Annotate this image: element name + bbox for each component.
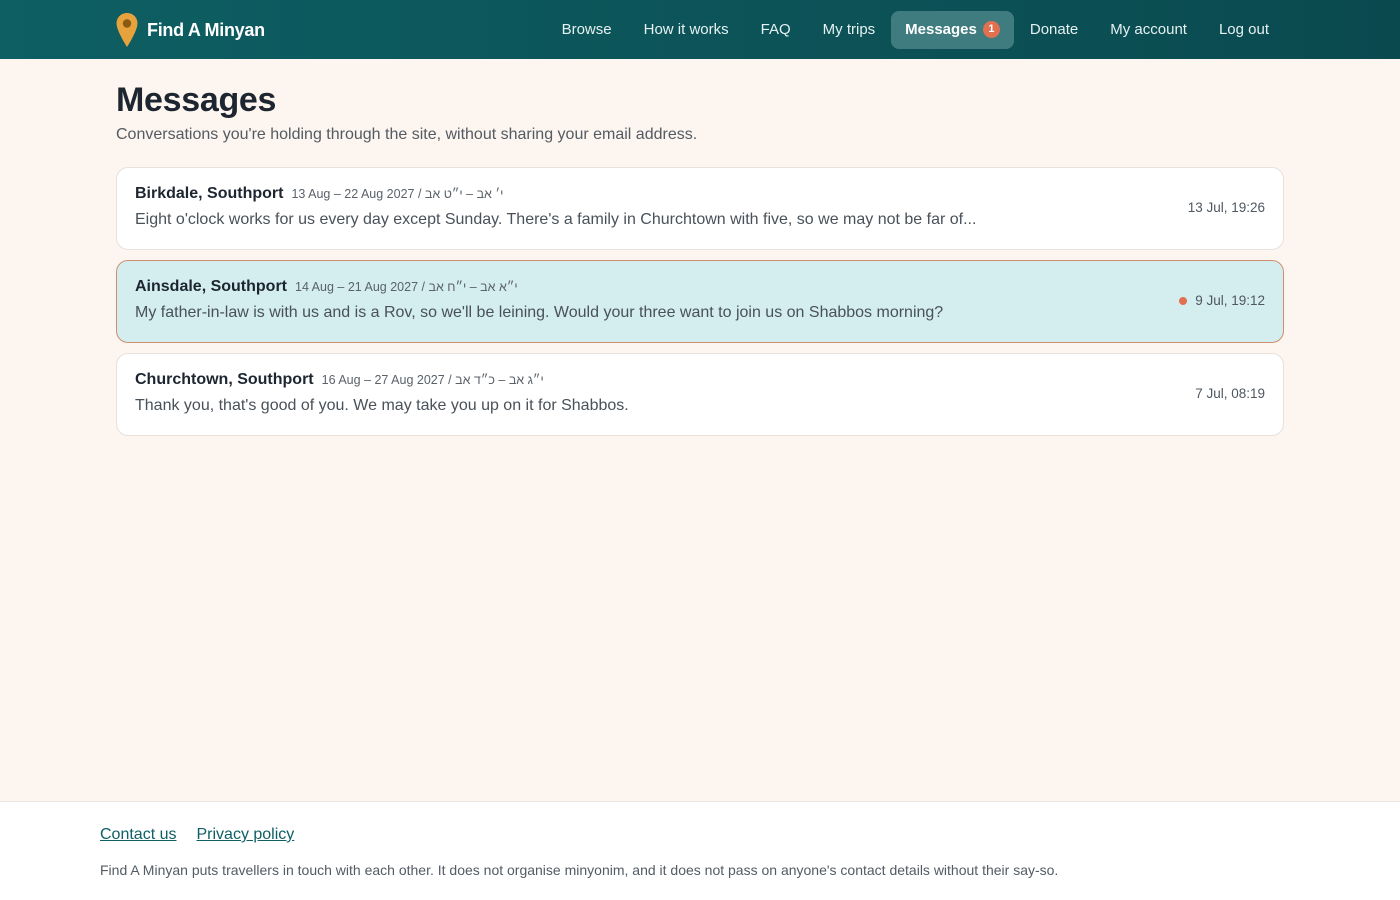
contact-us-link[interactable]: Contact us — [100, 826, 176, 844]
main-content: Messages Conversations you're holding th… — [116, 80, 1284, 446]
footer-disclaimer: Find A Minyan puts travellers in touch w… — [100, 862, 1059, 878]
privacy-policy-link[interactable]: Privacy policy — [196, 826, 294, 844]
nav-donate[interactable]: Donate — [1014, 11, 1094, 49]
conversation-dates: 13 Aug – 22 Aug 2027 / י׳ אב – י״ט אב — [291, 187, 504, 201]
conversation-time: 9 Jul, 19:12 — [1195, 293, 1265, 308]
conversation-place: Birkdale, Southport — [135, 185, 284, 202]
conversation-preview: Thank you, that's good of you. We may ta… — [135, 397, 629, 414]
conversation-list: Birkdale, Southport 13 Aug – 22 Aug 2027… — [116, 167, 1284, 436]
brand-logo-link[interactable]: Find A Minyan — [115, 12, 265, 48]
conversation-item-unread[interactable]: Ainsdale, Southport 14 Aug – 21 Aug 2027… — [116, 260, 1284, 343]
conversation-time: 13 Jul, 19:26 — [1187, 200, 1265, 215]
conversation-dates: 14 Aug – 21 Aug 2027 / י״א אב – י״ח אב — [295, 280, 518, 294]
conversation-preview: Eight o'clock works for us every day exc… — [135, 211, 977, 228]
map-pin-icon — [115, 12, 139, 48]
conversation-header: Churchtown, Southport 16 Aug – 27 Aug 20… — [135, 371, 1265, 393]
unread-count-badge: 1 — [982, 21, 1000, 38]
nav-browse[interactable]: Browse — [546, 11, 628, 49]
nav-messages[interactable]: Messages 1 — [891, 10, 1014, 49]
page-title: Messages — [116, 81, 277, 119]
conversation-item[interactable]: Birkdale, Southport 13 Aug – 22 Aug 2027… — [116, 167, 1284, 250]
nav-faq[interactable]: FAQ — [745, 11, 807, 49]
conversation-time: 7 Jul, 08:19 — [1195, 386, 1265, 401]
site-footer: Contact us Privacy policy Find A Minyan … — [0, 801, 1400, 900]
nav-messages-label: Messages — [905, 20, 977, 38]
nav-my-trips[interactable]: My trips — [807, 11, 892, 49]
conversation-dates: 16 Aug – 27 Aug 2027 / י״ג אב – כ״ד אב — [321, 373, 544, 387]
conversation-item[interactable]: Churchtown, Southport 16 Aug – 27 Aug 20… — [116, 353, 1284, 436]
main-nav: Browse How it works FAQ My trips Message… — [546, 10, 1285, 49]
nav-log-out[interactable]: Log out — [1203, 11, 1285, 49]
unread-dot-icon — [1179, 296, 1188, 305]
conversation-place: Churchtown, Southport — [135, 371, 314, 388]
conversation-header: Birkdale, Southport 13 Aug – 22 Aug 2027… — [135, 185, 1265, 207]
conversation-preview: My father-in-law is with us and is a Rov… — [135, 304, 944, 321]
brand-name: Find A Minyan — [147, 19, 265, 40]
conversation-header: Ainsdale, Southport 14 Aug – 21 Aug 2027… — [135, 278, 1265, 300]
footer-links: Contact us Privacy policy — [100, 826, 294, 844]
nav-how-it-works[interactable]: How it works — [628, 11, 745, 49]
conversation-time-wrap: 13 Jul, 19:26 — [1188, 200, 1265, 215]
conversation-time-wrap: 7 Jul, 08:19 — [1195, 386, 1265, 401]
nav-my-account[interactable]: My account — [1094, 11, 1203, 49]
conversation-place: Ainsdale, Southport — [135, 278, 287, 295]
conversation-time-wrap: 9 Jul, 19:12 — [1179, 293, 1265, 308]
page-subtitle: Conversations you're holding through the… — [116, 126, 698, 143]
top-navigation-bar: Find A Minyan Browse How it works FAQ My… — [0, 0, 1400, 59]
